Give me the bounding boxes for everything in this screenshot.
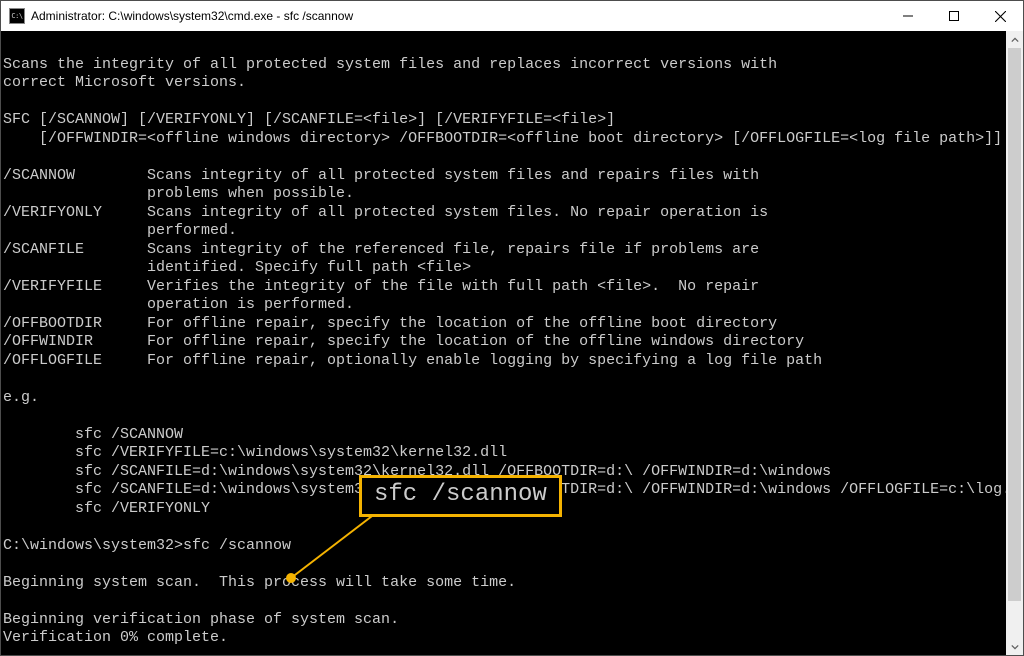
cmd-window: C:\ Administrator: C:\windows\system32\c… <box>0 0 1024 656</box>
close-button[interactable] <box>977 1 1023 31</box>
window-controls <box>885 1 1023 31</box>
scrollbar-thumb[interactable] <box>1008 48 1021 601</box>
maximize-button[interactable] <box>931 1 977 31</box>
chevron-up-icon <box>1011 36 1019 44</box>
scroll-up-button[interactable] <box>1006 31 1023 48</box>
titlebar[interactable]: C:\ Administrator: C:\windows\system32\c… <box>1 1 1023 31</box>
vertical-scrollbar[interactable] <box>1006 31 1023 655</box>
maximize-icon <box>949 11 959 21</box>
chevron-down-icon <box>1011 643 1019 651</box>
callout-text: sfc /scannow <box>374 481 547 508</box>
console-output[interactable]: Scans the integrity of all protected sys… <box>1 31 1006 655</box>
client-area: Scans the integrity of all protected sys… <box>1 31 1023 655</box>
minimize-icon <box>903 11 913 21</box>
close-icon <box>995 11 1006 22</box>
minimize-button[interactable] <box>885 1 931 31</box>
window-title: Administrator: C:\windows\system32\cmd.e… <box>31 9 885 23</box>
scroll-down-button[interactable] <box>1006 638 1023 655</box>
callout-dot <box>286 573 296 583</box>
cmd-icon: C:\ <box>9 8 25 24</box>
callout-box: sfc /scannow <box>359 475 562 517</box>
